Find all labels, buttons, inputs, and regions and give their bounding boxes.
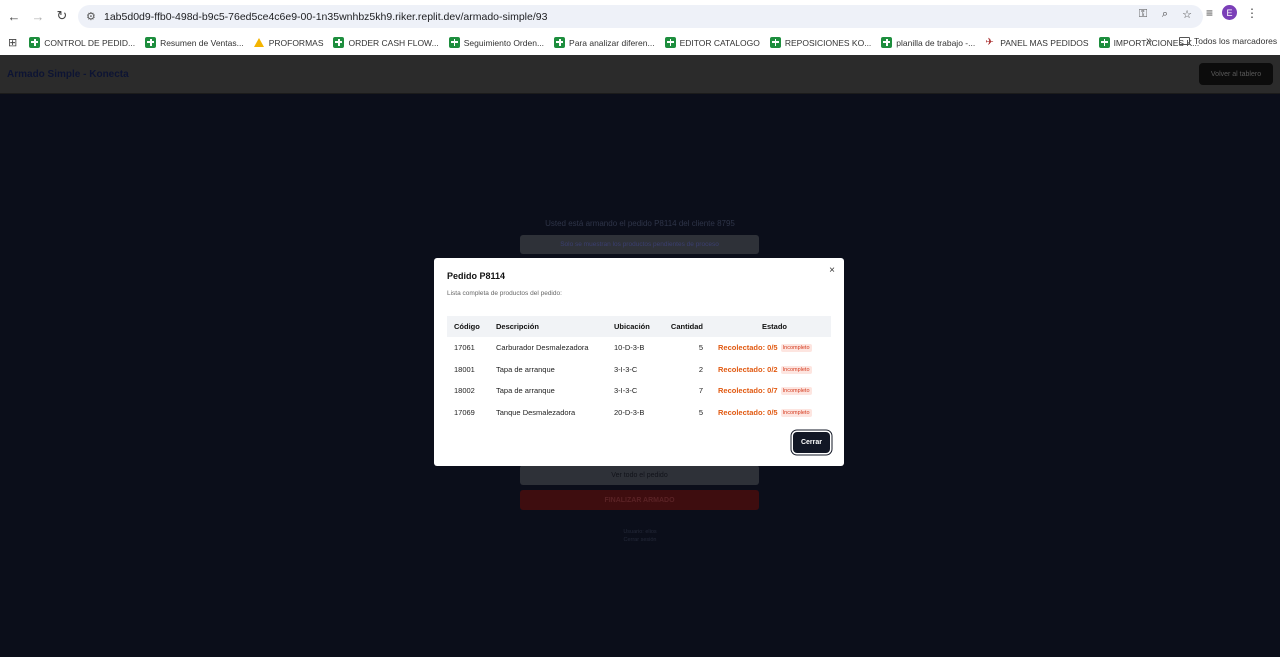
column-header-quantity: Cantidad (670, 322, 703, 331)
cell-description: Carburador Desmalezadora (496, 343, 589, 353)
profile-avatar[interactable]: E (1222, 5, 1238, 20)
cell-description: Tapa de arranque (496, 364, 555, 374)
address-bar[interactable]: ⚙ 1ab5d0d9-ffb0-498d-b9c5-76ed5ce4c6e9-0… (78, 5, 1203, 28)
incomplete-badge: Incompleto (780, 344, 812, 353)
bookmark-item[interactable]: EDITOR CATALOGO (664, 37, 760, 48)
app-header: Armado Simple - Konecta Volver al tabler… (0, 55, 1280, 94)
bookmark-item[interactable]: Para analizar diferen... (554, 37, 655, 48)
pending-products-banner: Solo se muestran los productos pendiente… (520, 235, 759, 254)
cell-code: 17061 (454, 343, 475, 353)
column-header-status: Estado (761, 322, 787, 331)
cell-location: 20-D-3-B (614, 407, 645, 417)
collected-status: Recolectado: 0/2 (718, 364, 778, 374)
view-all-order-button[interactable]: Ver todo el pedido (520, 465, 759, 485)
bookmarks-bar: ⊞ CONTROL DE PEDID... Resumen de Ventas.… (0, 32, 1280, 53)
bookmark-item[interactable]: planilla de trabajo -... (881, 37, 975, 48)
bookmark-item[interactable]: ORDER CASH FLOW... (333, 37, 439, 48)
cell-location: 3-I-3-C (614, 364, 638, 374)
cell-quantity: 2 (698, 364, 703, 374)
back-arrow-icon[interactable]: ← (2, 4, 26, 28)
close-icon[interactable]: × (829, 265, 835, 276)
more-bookmarks-icon[interactable]: » (1146, 35, 1152, 47)
url-text[interactable]: 1ab5d0d9-ffb0-498d-b9c5-76ed5ce4c6e9-00-… (104, 11, 547, 23)
collected-status: Recolectado: 0/5 (718, 343, 778, 353)
sheets-icon (881, 37, 893, 48)
cell-location: 10-D-3-B (614, 343, 645, 353)
cell-code: 18001 (454, 364, 475, 374)
table-row: 17061 Carburador Desmalezadora 10-D-3-B … (447, 337, 831, 359)
sheets-icon (1098, 37, 1110, 48)
sheets-icon (145, 37, 157, 48)
app-title: Armado Simple - Konecta (7, 69, 129, 80)
sheets-icon (29, 37, 41, 48)
zoom-icon[interactable]: ⌕ (1157, 8, 1173, 21)
cell-quantity: 7 (698, 386, 703, 396)
browser-toolbar: ← → ↻ ⚙ 1ab5d0d9-ffb0-498d-b9c5-76ed5ce4… (0, 0, 1280, 32)
sheets-icon (664, 37, 676, 48)
table-row: 18002 Tapa de arranque 3-I-3-C 7 Recolec… (447, 380, 831, 402)
sheets-icon (448, 37, 460, 48)
incomplete-badge: Incompleto (780, 408, 812, 417)
collected-status: Recolectado: 0/7 (718, 386, 778, 396)
cell-code: 18002 (454, 386, 475, 396)
plane-icon: ✈ (985, 37, 994, 48)
password-key-icon[interactable]: ⚿ (1135, 8, 1151, 21)
finalize-assembly-button[interactable]: FINALIZAR ARMADO (520, 490, 759, 510)
omnibox-actions: ⚿ ⌕ ☆ (1135, 8, 1195, 21)
column-header-description: Descripción (496, 322, 539, 331)
cell-status: Recolectado: 0/7 Incompleto (711, 380, 831, 402)
logout-link[interactable]: Cerrar sesión (560, 536, 720, 544)
column-header-code: Código (454, 322, 480, 331)
drive-icon (253, 37, 265, 48)
forward-arrow-icon[interactable]: → (26, 4, 50, 28)
bookmark-item[interactable]: REPOSICIONES KO... (769, 37, 871, 48)
bookmark-star-icon[interactable]: ☆ (1179, 8, 1195, 21)
back-to-dashboard-button[interactable]: Volver al tablero (1199, 63, 1273, 85)
sheets-icon (333, 37, 345, 48)
order-modal: × Pedido P8114 Lista completa de product… (434, 258, 844, 466)
cell-status: Recolectado: 0/5 Incompleto (711, 402, 831, 424)
folder-icon (1179, 37, 1190, 45)
cell-quantity: 5 (698, 407, 703, 417)
cell-description: Tapa de arranque (496, 386, 555, 396)
user-line: Usuario: elios (623, 529, 657, 535)
bookmark-item[interactable]: ✈ PANEL MAS PEDIDOS (985, 37, 1088, 48)
bookmark-item[interactable]: Seguimiento Orden... (448, 37, 544, 48)
browser-right-tools: ≡ E ⋮ (1206, 5, 1258, 20)
modal-subtitle: Lista completa de productos del pedido: (447, 290, 562, 297)
table-row: 17069 Tanque Desmalezadora 20-D-3-B 5 Re… (447, 402, 831, 424)
cell-description: Tanque Desmalezadora (496, 407, 576, 417)
kebab-menu-icon[interactable]: ⋮ (1246, 6, 1258, 20)
modal-title: Pedido P8114 (447, 271, 506, 281)
reload-icon[interactable]: ↻ (50, 4, 74, 28)
close-modal-button[interactable]: Cerrar (793, 432, 830, 453)
cell-status: Recolectado: 0/5 Incompleto (711, 337, 831, 359)
apps-grid-icon[interactable]: ⊞ (8, 36, 17, 49)
sheets-icon (769, 37, 781, 48)
bookmark-item[interactable]: CONTROL DE PEDID... (29, 37, 135, 48)
incomplete-badge: Incompleto (780, 365, 812, 374)
order-info-text: Usted está armando el pedido P8114 del c… (545, 219, 735, 228)
table-row: 18001 Tapa de arranque 3-I-3-C 2 Recolec… (447, 359, 831, 381)
column-header-location: Ubicación (614, 322, 650, 331)
bookmark-item[interactable]: Resumen de Ventas... (145, 37, 244, 48)
all-bookmarks-button[interactable]: Todos los marcadores (1179, 36, 1277, 46)
cell-location: 3-I-3-C (614, 386, 638, 396)
incomplete-badge: Incompleto (780, 387, 812, 396)
sheets-icon (554, 37, 566, 48)
table-header-row: Código Descripción Ubicación Cantidad Es… (447, 316, 831, 337)
cell-code: 17069 (454, 407, 475, 417)
site-settings-icon[interactable]: ⚙ (86, 10, 102, 23)
user-footer: Usuario: elios Cerrar sesión (560, 528, 720, 544)
products-table: Código Descripción Ubicación Cantidad Es… (447, 316, 831, 423)
cell-status: Recolectado: 0/2 Incompleto (711, 359, 831, 381)
cell-quantity: 5 (698, 343, 703, 353)
browser-chrome: ← → ↻ ⚙ 1ab5d0d9-ffb0-498d-b9c5-76ed5ce4… (0, 0, 1280, 55)
bookmark-item[interactable]: PROFORMAS (253, 37, 323, 48)
reading-list-icon[interactable]: ≡ (1206, 6, 1213, 20)
collected-status: Recolectado: 0/5 (718, 407, 778, 417)
